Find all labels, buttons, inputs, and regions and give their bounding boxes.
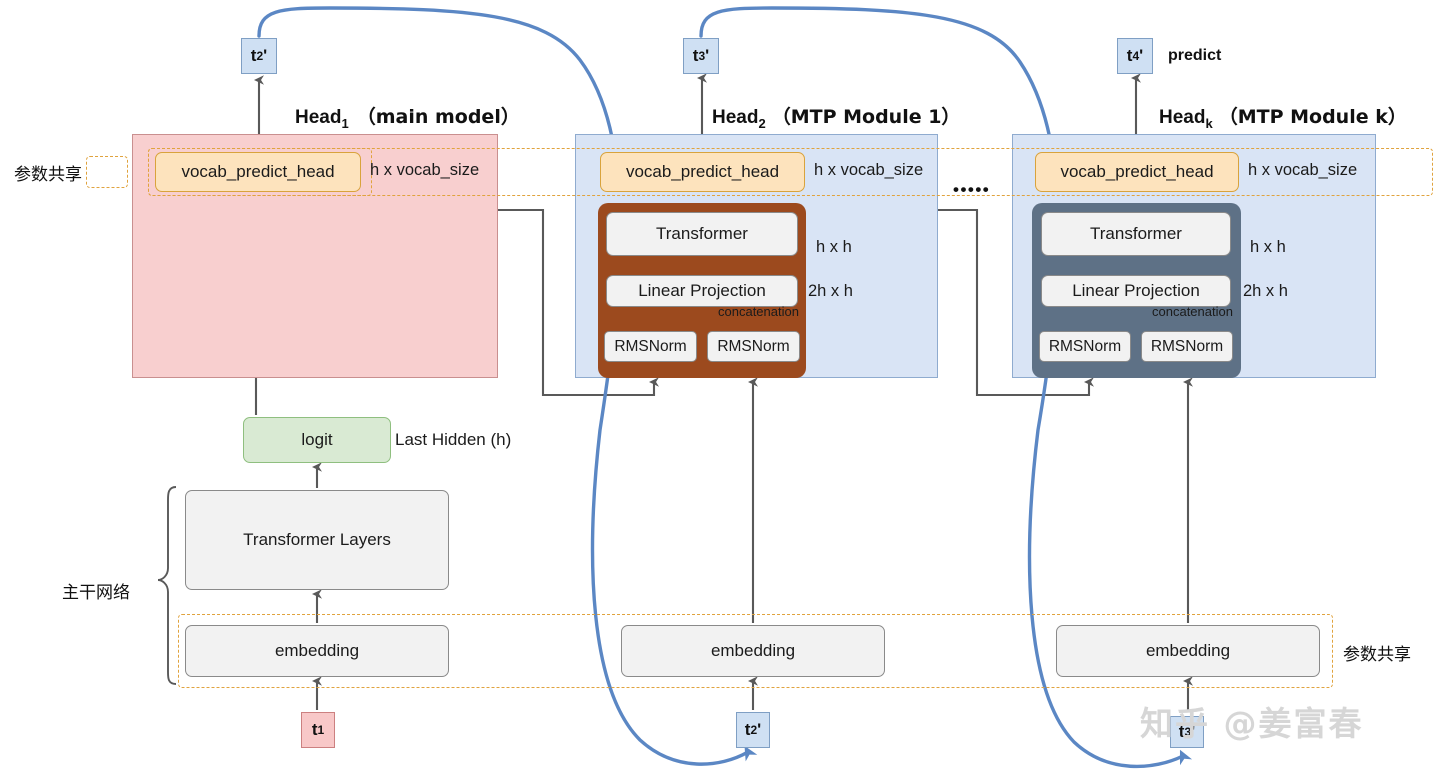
transformer-block-2[interactable]: Transformer (606, 212, 798, 256)
output-token-t3-prime: t 3 ' (683, 38, 719, 74)
head1-title: Head1 （main model） (295, 102, 520, 131)
token-sub: 1 (317, 723, 325, 737)
head2-subscript: 2 (758, 115, 766, 131)
embedding-box-3[interactable]: embedding (1056, 625, 1320, 677)
param-share-left-stub (86, 156, 128, 188)
head2-name: Head (712, 107, 759, 128)
head1-subscript: 1 (341, 115, 349, 131)
param-share-label-left: 参数共享 (14, 165, 82, 185)
rmsnorm-2-left[interactable]: RMSNorm (604, 331, 697, 362)
head1-suffix: （main model） (356, 106, 520, 128)
dim-linproj-2: 2h x h (808, 282, 853, 300)
watermark: 知乎 @姜富春 (1140, 704, 1364, 743)
dim-transformer-k: h x h (1250, 238, 1286, 256)
dim-label-head2: h x vocab_size (814, 161, 924, 179)
param-share-label-right: 参数共享 (1343, 645, 1411, 665)
dim-label-head1: h x vocab_size (370, 161, 480, 179)
head1-name: Head (295, 107, 342, 128)
linear-projection-2[interactable]: Linear Projection (606, 275, 798, 307)
headk-name: Head (1159, 107, 1206, 128)
input-token-t1: t1 (301, 712, 335, 748)
diagram-canvas: vocab_predict_head vocab_predict_head vo… (0, 0, 1440, 780)
rmsnorm-k-left[interactable]: RMSNorm (1039, 331, 1131, 362)
ellipsis-between-modules: ••••• (953, 180, 991, 199)
dim-label-headk: h x vocab_size (1248, 161, 1358, 179)
rmsnorm-2-right[interactable]: RMSNorm (707, 331, 800, 362)
token-prime: ' (263, 46, 268, 65)
vocab-predict-head-k[interactable]: vocab_predict_head (1035, 152, 1239, 192)
dim-linproj-k: 2h x h (1243, 282, 1288, 300)
logit-box[interactable]: logit (243, 417, 391, 463)
token-prime: ' (705, 46, 710, 65)
vocab-predict-head-2[interactable]: vocab_predict_head (600, 152, 805, 192)
predict-label: predict (1168, 47, 1222, 64)
concatenation-label-2: concatenation (718, 304, 799, 319)
embedding-box-1[interactable]: embedding (185, 625, 449, 677)
token-sub: 4 (1132, 49, 1140, 63)
head2-title: Head2 （MTP Module 1） (712, 102, 960, 131)
dim-transformer-2: h x h (816, 238, 852, 256)
vocab-predict-head-1[interactable]: vocab_predict_head (155, 152, 361, 192)
token-sub: 2 (256, 49, 264, 63)
backbone-label: 主干网络 (62, 583, 130, 603)
token-sub: 3 (698, 49, 706, 63)
headk-subscript: k (1205, 115, 1213, 131)
transformer-layers-box[interactable]: Transformer Layers (185, 490, 449, 590)
headk-suffix: （MTP Module k） (1218, 106, 1407, 128)
headk-title: Headk （MTP Module k） (1159, 102, 1407, 131)
token-prime: ' (757, 720, 762, 739)
input-token-t2-prime: t 2 ' (736, 712, 770, 748)
rmsnorm-k-right[interactable]: RMSNorm (1141, 331, 1233, 362)
token-prime: ' (1139, 46, 1144, 65)
embedding-box-2[interactable]: embedding (621, 625, 885, 677)
head2-suffix: （MTP Module 1） (771, 106, 961, 128)
output-token-t4-prime: t 4 ' (1117, 38, 1153, 74)
linear-projection-k[interactable]: Linear Projection (1041, 275, 1231, 307)
last-hidden-label: Last Hidden (h) (395, 430, 512, 449)
output-token-t2-prime: t 2 ' (241, 38, 277, 74)
transformer-block-k[interactable]: Transformer (1041, 212, 1231, 256)
concatenation-label-k: concatenation (1152, 304, 1233, 319)
token-sub: 2 (750, 723, 758, 737)
